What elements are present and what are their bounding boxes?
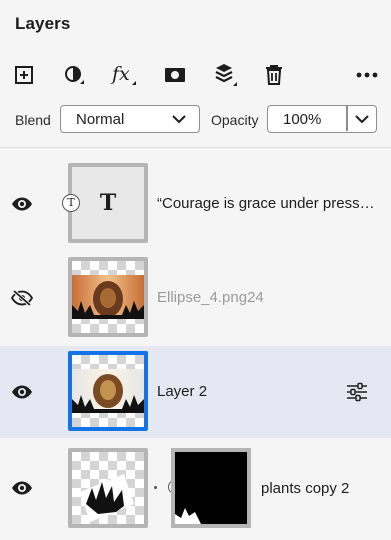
eye-hidden-icon[interactable] bbox=[11, 290, 33, 306]
svg-text:fx: fx bbox=[110, 63, 130, 85]
fx-icon: fx bbox=[110, 63, 136, 85]
blend-mode-select[interactable]: Normal bbox=[60, 105, 200, 133]
opacity-value: 100% bbox=[283, 111, 322, 128]
layer-thumbnail[interactable] bbox=[68, 257, 148, 337]
layer-properties-button[interactable] bbox=[211, 60, 241, 90]
layer-mask-thumbnail[interactable] bbox=[171, 448, 251, 528]
blend-mode-value: Normal bbox=[76, 111, 125, 128]
blend-label: Blend bbox=[15, 112, 51, 128]
delete-layer-button[interactable] bbox=[259, 60, 289, 90]
mask-shape bbox=[175, 508, 201, 524]
blend-opacity-row: Blend Normal Opacity 100% bbox=[0, 105, 391, 135]
layer-name: “Courage is grace under press… bbox=[157, 195, 375, 212]
panel-title: Layers bbox=[15, 14, 71, 33]
layer-thumbnail[interactable] bbox=[68, 448, 148, 528]
layer-thumbnail[interactable]: T bbox=[68, 163, 148, 243]
adjustment-sliders-icon[interactable] bbox=[346, 382, 368, 402]
toolbar-divider bbox=[0, 147, 391, 148]
eye-icon[interactable] bbox=[11, 196, 33, 212]
layer-row-layer-2[interactable]: Layer 2 bbox=[0, 346, 391, 438]
layer-name: Layer 2 bbox=[157, 383, 208, 400]
opacity-divider bbox=[346, 106, 348, 131]
layers-stack-icon bbox=[215, 64, 237, 86]
trash-icon bbox=[266, 65, 282, 85]
layers-toolbar: fx bbox=[0, 58, 391, 92]
mask-icon bbox=[165, 68, 185, 82]
add-layer-button[interactable] bbox=[9, 60, 39, 90]
adjustment-icon bbox=[65, 66, 84, 84]
text-layer-badge-icon: T bbox=[62, 194, 80, 212]
more-icon bbox=[356, 72, 378, 78]
adjustment-button[interactable] bbox=[60, 60, 90, 90]
fx-button[interactable]: fx bbox=[110, 60, 140, 90]
opacity-label: Opacity bbox=[211, 112, 259, 128]
layer-row-text[interactable]: T T “Courage is grace under press… bbox=[0, 158, 391, 250]
layer-thumbnail[interactable] bbox=[68, 351, 148, 431]
link-dot bbox=[154, 486, 157, 489]
layer-row-ellipse[interactable]: Ellipse_4.png24 bbox=[0, 252, 391, 344]
opacity-field[interactable]: 100% bbox=[267, 105, 377, 133]
eye-icon[interactable] bbox=[11, 480, 33, 496]
chevron-down-icon[interactable] bbox=[354, 113, 370, 125]
add-layer-icon bbox=[15, 66, 33, 84]
more-options-button[interactable] bbox=[352, 60, 382, 90]
plants-image-thumbnail bbox=[80, 474, 134, 522]
layer-row-plants-copy-2[interactable]: plants copy 2 bbox=[0, 440, 391, 532]
mask-button[interactable] bbox=[160, 60, 190, 90]
text-type-glyph: T bbox=[99, 190, 117, 216]
lion-image-thumbnail bbox=[72, 275, 144, 319]
layer-name: plants copy 2 bbox=[261, 480, 350, 497]
chevron-down-icon bbox=[172, 115, 186, 124]
lion-image-thumbnail bbox=[72, 369, 144, 413]
layer-name: Ellipse_4.png24 bbox=[157, 289, 264, 306]
eye-icon[interactable] bbox=[11, 384, 33, 400]
